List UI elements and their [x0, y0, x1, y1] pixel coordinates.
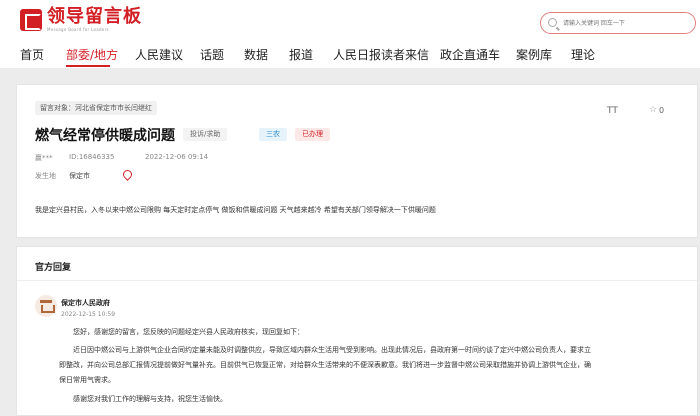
search-icon[interactable] — [548, 18, 557, 27]
message-location: 发生地 保定市 — [35, 168, 134, 181]
nav-item-home[interactable]: 首页 — [20, 46, 44, 63]
message-meta: 赢*** ID:16846335 2022-12-06 09:14 — [35, 153, 208, 163]
government-building-icon — [35, 295, 57, 317]
nav-item-readers-letters[interactable]: 人民日报读者来信 — [333, 46, 429, 63]
star-icon[interactable]: ☆ — [649, 105, 657, 115]
status-badge: 已办理 — [295, 128, 330, 141]
official-reply-card: 官方回复 保定市人民政府 2022-12-15 10:59 您好，感谢您的留言，… — [16, 246, 698, 416]
reply-paragraph: 感谢您对我们工作的理解与支持，祝您生活愉快。 — [73, 395, 227, 403]
nav-item-people-suggestions[interactable]: 人民建议 — [135, 46, 183, 63]
message-author: 赢*** — [35, 154, 53, 162]
nav-item-topics[interactable]: 话题 — [200, 46, 224, 63]
divider — [17, 280, 697, 281]
search-box[interactable] — [540, 12, 696, 34]
nav-active-indicator — [66, 65, 110, 67]
nav-item-ministries-local[interactable]: 部委/地方 — [66, 46, 118, 63]
nav-item-reports[interactable]: 报道 — [289, 46, 313, 63]
message-target: 留言对象：河北省保定市市长闫继红 — [35, 101, 157, 115]
site-logo[interactable]: 领导留言板 Message Board for Leaders — [20, 8, 142, 32]
location-city: 保定市 — [69, 172, 90, 180]
message-time: 2022-12-06 09:14 — [145, 153, 209, 161]
main-nav: 首页 部委/地方 人民建议 话题 数据 报道 人民日报读者来信 政企直通车 案例… — [0, 42, 700, 68]
nav-item-data[interactable]: 数据 — [244, 46, 268, 63]
nav-item-case-library[interactable]: 案例库 — [516, 46, 552, 63]
favorite-count: 0 — [659, 106, 665, 115]
logo-title: 领导留言板 — [47, 6, 142, 27]
search-input[interactable] — [563, 16, 691, 30]
reply-paragraph: 近日因中燃公司与上游供气企业合同约定量未能及时调整供应，导致区域内群众生活用气受… — [73, 346, 591, 354]
field-badge: 三农 — [259, 128, 287, 141]
message-content: 我是定兴县村民，入冬以来中燃公司限购 每天定时定点停气 做饭和供暖成问题 天气越… — [35, 206, 436, 214]
message-card: 留言对象：河北省保定市市长闫继红 TT ☆ 0 燃气经常停供暖成问题 投诉/求助… — [16, 84, 698, 238]
reply-paragraph: 保日常用气需求。 — [59, 376, 115, 384]
location-pin-icon — [121, 168, 134, 181]
logo-icon — [20, 9, 42, 31]
nav-item-theory[interactable]: 理论 — [571, 46, 595, 63]
location-label: 发生地 — [35, 172, 56, 180]
font-size-icon[interactable]: TT — [607, 106, 618, 116]
reply-department: 保定市人民政府 — [61, 299, 110, 307]
nav-item-gov-enterprise[interactable]: 政企直通车 — [440, 46, 500, 63]
reply-paragraph: 即整改，并向公司总部汇报情况提前做好气量补充。目前供气已恢复正常，对给群众生活带… — [59, 361, 591, 369]
site-header: 领导留言板 Message Board for Leaders 首页 部委/地方… — [0, 0, 700, 68]
category-badge: 投诉/求助 — [183, 128, 228, 141]
reply-time: 2022-12-15 10:59 — [61, 311, 116, 318]
reply-section-title: 官方回复 — [35, 263, 72, 273]
reply-paragraph: 您好，感谢您的留言，您反映的问题经定兴县人民政府核实，现回复如下： — [73, 328, 304, 336]
message-title: 燃气经常停供暖成问题 — [35, 128, 175, 144]
logo-subtitle: Message Board for Leaders — [47, 27, 109, 32]
message-id: ID:16846335 — [69, 153, 115, 161]
